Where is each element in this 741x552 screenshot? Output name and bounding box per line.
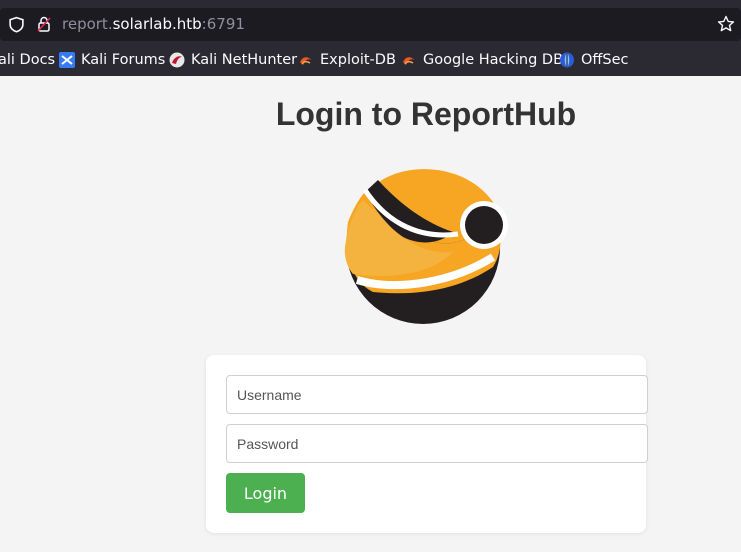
- login-button[interactable]: Login: [226, 473, 305, 513]
- ghdb-icon: [403, 57, 415, 65]
- page-title: Login to ReportHub: [275, 96, 577, 132]
- reporthub-logo: [344, 169, 508, 324]
- bookmark-kali-docs[interactable]: ali Docs: [0, 48, 55, 72]
- bookmark-exploit-db[interactable]: Exploit-DB: [298, 48, 396, 72]
- browser-chrome: report.solarlab.htb:6791 ali Docs Kali F…: [0, 0, 741, 76]
- bookmark-star-icon[interactable]: [717, 15, 735, 33]
- bookmark-label: Kali Forums: [81, 52, 166, 68]
- username-input[interactable]: [226, 375, 648, 414]
- bookmark-offsec[interactable]: OffSec: [559, 48, 629, 72]
- bookmark-label: Kali NetHunter: [191, 52, 298, 68]
- kali-nethunter-icon: [169, 52, 185, 68]
- bookmarks-toolbar: ali Docs Kali Forums Kali NetHunter Expl…: [0, 48, 741, 72]
- exploit-db-icon: [300, 57, 312, 65]
- bookmark-label: ali Docs: [0, 52, 56, 68]
- url-port: :6791: [201, 15, 245, 33]
- bookmark-label: Exploit-DB: [320, 52, 396, 68]
- url-text[interactable]: report.solarlab.htb:6791: [62, 14, 245, 34]
- insecure-lock-icon[interactable]: [36, 15, 52, 33]
- bookmark-kali-nethunter[interactable]: Kali NetHunter: [169, 48, 297, 72]
- url-subdomain: report.: [62, 15, 113, 33]
- kali-forums-icon: [59, 52, 75, 68]
- shield-icon[interactable]: [8, 16, 25, 33]
- bookmark-google-hacking-db[interactable]: Google Hacking DB: [401, 48, 563, 72]
- bookmark-label: OffSec: [581, 52, 629, 68]
- bookmark-label: Google Hacking DB: [423, 52, 564, 68]
- bookmark-kali-forums[interactable]: Kali Forums: [59, 48, 165, 72]
- address-bar[interactable]: report.solarlab.htb:6791: [0, 8, 741, 41]
- password-input[interactable]: [226, 424, 648, 463]
- url-host: solarlab.htb: [112, 15, 202, 33]
- offsec-icon: [560, 52, 574, 68]
